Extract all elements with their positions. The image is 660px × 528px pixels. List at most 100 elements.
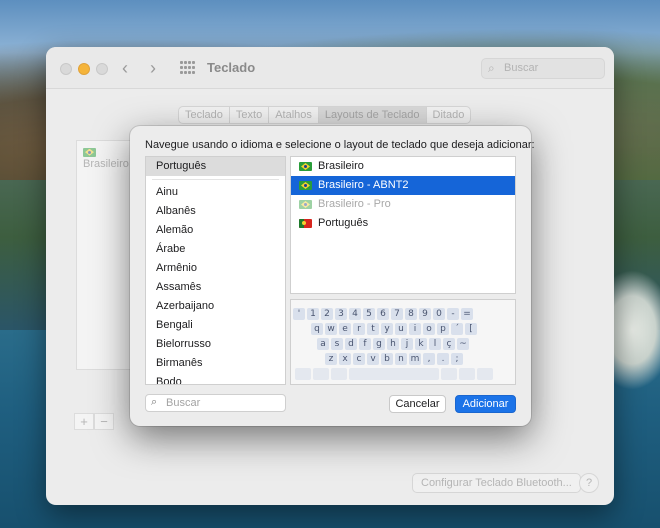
tab-layouts-de-teclado[interactable]: Layouts de Teclado: [318, 107, 427, 123]
keyboard-key: y: [381, 323, 393, 335]
tab-teclado[interactable]: Teclado: [179, 107, 230, 123]
keyboard-key: ´: [451, 323, 463, 335]
keyboard-key: 7: [391, 308, 403, 320]
keyboard-key: u: [395, 323, 407, 335]
input-sources-list: Brasileiro: [76, 140, 136, 370]
keyboard-key: n: [395, 353, 407, 365]
add-button[interactable]: Adicionar: [455, 395, 516, 413]
keyboard-key: 4: [349, 308, 361, 320]
language-search-placeholder: Buscar: [166, 397, 201, 409]
keyboard-row: z x c v b n m,.;: [325, 353, 463, 365]
keyboard-key: s: [331, 338, 343, 350]
help-button[interactable]: ?: [579, 473, 599, 493]
close-button[interactable]: [60, 63, 72, 75]
tab-bar: Teclado Texto Atalhos Layouts de Teclado…: [178, 106, 472, 124]
layout-item-selected[interactable]: Brasileiro - ABNT2: [291, 176, 515, 195]
language-item[interactable]: Assamês: [146, 278, 285, 297]
keyboard-key-blank: [441, 368, 457, 380]
tab-atalhos[interactable]: Atalhos: [269, 107, 319, 123]
keyboard-key-blank: [477, 368, 493, 380]
keyboard-key: 5: [363, 308, 375, 320]
keyboard-key: z: [325, 353, 337, 365]
keyboard-row: q w e r t y u i o p ´[: [311, 323, 477, 335]
window-search-placeholder: Buscar: [504, 62, 539, 74]
keyboard-key: c: [353, 353, 365, 365]
keyboard-key: l: [429, 338, 441, 350]
keyboard-key: q: [311, 323, 323, 335]
keyboard-key: 9: [419, 308, 431, 320]
layout-label: Brasileiro: [318, 160, 364, 172]
minimize-button[interactable]: [78, 63, 90, 75]
zoom-button[interactable]: [96, 63, 108, 75]
keyboard-key: p: [437, 323, 449, 335]
layout-label: Brasileiro - ABNT2: [318, 179, 409, 191]
keyboard-key: i: [409, 323, 421, 335]
language-item[interactable]: Armênio: [146, 259, 285, 278]
language-item[interactable]: Árabe: [146, 240, 285, 259]
back-arrow-icon[interactable]: ‹: [122, 58, 128, 79]
keyboard-key: w: [325, 323, 337, 335]
keyboard-key: t: [367, 323, 379, 335]
language-item[interactable]: Alemão: [146, 221, 285, 240]
language-search-field[interactable]: ⌕ Buscar: [145, 394, 286, 412]
window-search-field[interactable]: ⌕ Buscar: [481, 58, 605, 79]
keyboard-key: =: [461, 308, 473, 320]
layout-label: Português: [318, 217, 369, 229]
keyboard-key: 8: [405, 308, 417, 320]
language-item[interactable]: Albanês: [146, 202, 285, 221]
add-remove-control: + −: [74, 413, 114, 430]
input-source-label: Brasileiro: [83, 158, 129, 170]
keyboard-key: f: [359, 338, 371, 350]
keyboard-key: h: [387, 338, 399, 350]
bluetooth-keyboard-button[interactable]: Configurar Teclado Bluetooth...: [412, 473, 581, 493]
language-list[interactable]: Português Ainu Albanês Alemão Árabe Armê…: [145, 156, 286, 385]
layout-item[interactable]: Português: [291, 214, 515, 233]
keyboard-key: e: [339, 323, 351, 335]
layout-list[interactable]: Brasileiro Brasileiro - ABNT2 Brasileiro…: [290, 156, 516, 294]
search-icon: ⌕: [488, 61, 495, 75]
add-source-button[interactable]: +: [74, 413, 94, 430]
keyboard-key: ,: [423, 353, 435, 365]
window-title: Teclado: [207, 60, 256, 75]
keyboard-row: a s d f g h j k l ç ~: [317, 338, 469, 350]
tab-texto[interactable]: Texto: [230, 107, 270, 123]
brazil-flag-icon: [299, 181, 312, 190]
keyboard-key: ': [293, 308, 305, 320]
keyboard-key: o: [423, 323, 435, 335]
language-item[interactable]: Bielorrusso: [146, 335, 285, 354]
language-item[interactable]: Bengali: [146, 316, 285, 335]
language-item[interactable]: Azerbaijano: [146, 297, 285, 316]
keyboard-key: k: [415, 338, 427, 350]
keyboard-key: a: [317, 338, 329, 350]
layout-item[interactable]: Brasileiro: [291, 157, 515, 176]
language-item-selected[interactable]: Português: [146, 157, 285, 176]
forward-arrow-icon[interactable]: ›: [150, 58, 156, 79]
cancel-button[interactable]: Cancelar: [389, 395, 446, 413]
remove-source-button[interactable]: −: [94, 413, 114, 430]
keyboard-key: 0: [433, 308, 445, 320]
keyboard-key: b: [381, 353, 393, 365]
show-all-grid-icon[interactable]: [180, 61, 196, 75]
tab-ditado[interactable]: Ditado: [427, 107, 471, 123]
keyboard-key: d: [345, 338, 357, 350]
language-item[interactable]: Birmanês: [146, 354, 285, 373]
keyboard-key: 1: [307, 308, 319, 320]
keyboard-key: g: [373, 338, 385, 350]
language-item[interactable]: Bodo: [146, 373, 285, 384]
keyboard-key: .: [437, 353, 449, 365]
keyboard-key: ~: [457, 338, 469, 350]
add-layout-sheet: Navegue usando o idioma e selecione o la…: [130, 126, 535, 426]
title-bar: ‹ › Teclado ⌕ Buscar: [46, 47, 614, 89]
brazil-flag-icon: [83, 147, 96, 157]
keyboard-key: -: [447, 308, 459, 320]
keyboard-key: 2: [321, 308, 333, 320]
keyboard-key: r: [353, 323, 365, 335]
keyboard-key: j: [401, 338, 413, 350]
keyboard-row-space: [295, 368, 493, 380]
keyboard-key: [: [465, 323, 477, 335]
language-item[interactable]: Ainu: [146, 183, 285, 202]
keyboard-key: 3: [335, 308, 347, 320]
keyboard-key-blank: [459, 368, 475, 380]
keyboard-key-blank: [331, 368, 347, 380]
input-source-item[interactable]: Brasileiro: [83, 146, 135, 170]
